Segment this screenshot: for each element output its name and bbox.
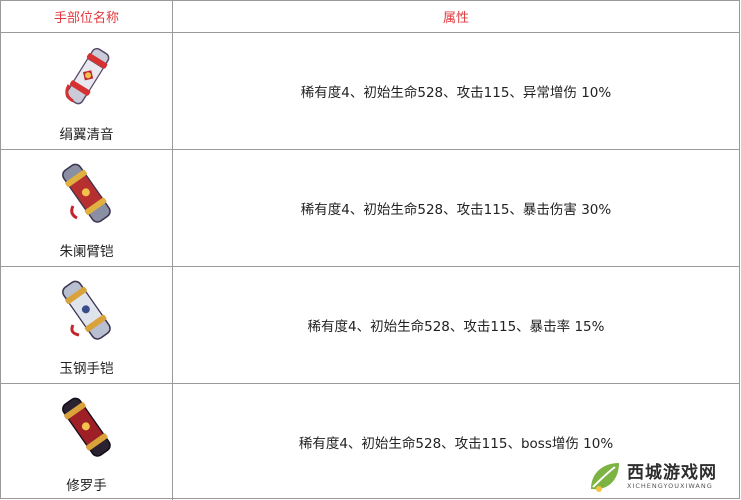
armored-gauntlet-icon [62, 397, 111, 457]
item-attributes: 稀有度4、初始生命528、攻击115、暴击率 15% [307, 319, 605, 335]
item-name: 朱阑臂铠 [59, 244, 114, 260]
table-header-row: 手部位名称 属性 [1, 1, 739, 33]
item-name: 修罗手 [66, 478, 107, 494]
item-name-cell: 玉钢手铠 [1, 267, 173, 383]
item-name: 绢翼清音 [59, 127, 114, 143]
header-name-cell: 手部位名称 [1, 1, 173, 32]
watermark-title: 西城游戏网 [627, 463, 717, 483]
table-row: 朱阑臂铠 稀有度4、初始生命528、攻击115、暴击伤害 30% [1, 150, 739, 267]
armored-gauntlet-icon [62, 163, 111, 223]
item-attr-cell: 稀有度4、初始生命528、攻击115、异常增伤 10% [173, 33, 739, 149]
item-name-cell: 绢翼清音 [1, 33, 173, 149]
table-row: 玉钢手铠 稀有度4、初始生命528、攻击115、暴击率 15% [1, 267, 739, 384]
watermark-subtitle: XICHENGYOUXIWANG [627, 482, 713, 490]
scroll-gauntlet-icon [65, 47, 110, 105]
header-attr-cell: 属性 [173, 1, 739, 32]
item-name-cell: 修罗手 [1, 384, 173, 500]
header-name-label: 手部位名称 [53, 11, 119, 26]
item-attributes: 稀有度4、初始生命528、攻击115、暴击伤害 30% [300, 202, 612, 218]
armored-gauntlet-icon [62, 280, 111, 340]
gauntlet-table: 手部位名称 属性 绢翼清音 稀有度4、初始生命528、攻击115、异常增伤 10… [0, 0, 740, 500]
table-row: 绢翼清音 稀有度4、初始生命528、攻击115、异常增伤 10% [1, 33, 739, 150]
item-attributes: 稀有度4、初始生命528、攻击115、boss增伤 10% [298, 436, 614, 452]
item-attributes: 稀有度4、初始生命528、攻击115、异常增伤 10% [300, 85, 612, 101]
header-attr-label: 属性 [442, 11, 469, 26]
item-name: 玉钢手铠 [59, 361, 114, 377]
item-name-cell: 朱阑臂铠 [1, 150, 173, 266]
leaf-logo-icon [591, 463, 619, 492]
site-watermark: 西城游戏网 XICHENGYOUXIWANG [587, 458, 735, 496]
item-attr-cell: 稀有度4、初始生命528、攻击115、暴击率 15% [173, 267, 739, 383]
item-attr-cell: 稀有度4、初始生命528、攻击115、暴击伤害 30% [173, 150, 739, 266]
